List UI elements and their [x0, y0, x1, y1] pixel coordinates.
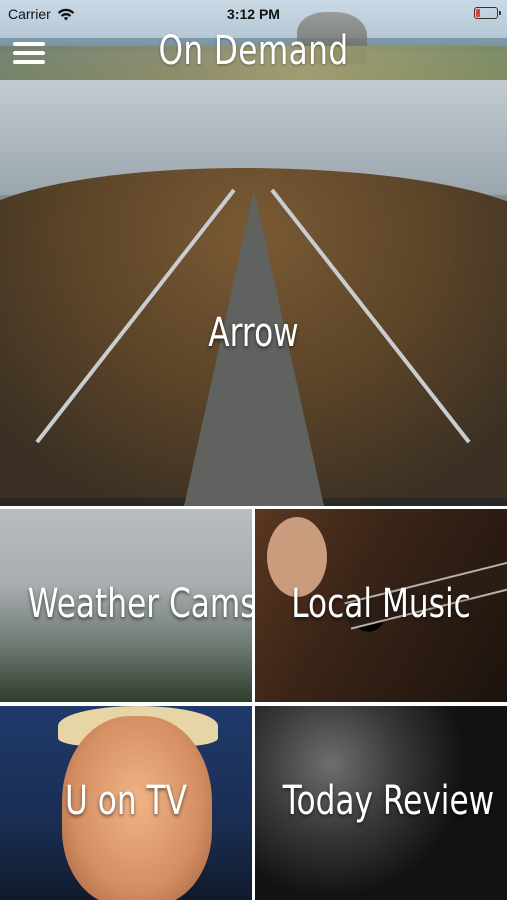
battery-icon: [474, 7, 501, 19]
menu-line: [13, 60, 45, 64]
tile-label: Weather Cams: [27, 581, 252, 627]
tile-u-on-tv[interactable]: U on TV: [0, 706, 252, 900]
status-time: 3:12 PM: [227, 6, 280, 22]
app-screen: Carrier 3:12 PM On Demand Arrow Weather …: [0, 0, 507, 900]
battery-level: [476, 9, 480, 17]
tile-label: U on TV: [65, 778, 187, 824]
navigation-bar: On Demand: [0, 26, 507, 80]
menu-line: [13, 51, 45, 55]
tile-weather-cams[interactable]: Weather Cams: [0, 509, 252, 702]
tile-arrow[interactable]: Arrow: [0, 80, 507, 506]
status-bar: Carrier 3:12 PM: [0, 0, 507, 28]
header-banner: Carrier 3:12 PM On Demand: [0, 0, 507, 80]
tile-local-music[interactable]: Local Music: [255, 509, 507, 702]
menu-line: [13, 42, 45, 46]
hamburger-menu-icon[interactable]: [13, 40, 47, 66]
tile-today-review[interactable]: Today Review: [255, 706, 507, 900]
tile-label: Arrow: [208, 310, 299, 356]
tile-label: Local Music: [291, 581, 471, 627]
page-title: On Demand: [158, 28, 349, 74]
tile-label: Today Review: [282, 778, 495, 824]
